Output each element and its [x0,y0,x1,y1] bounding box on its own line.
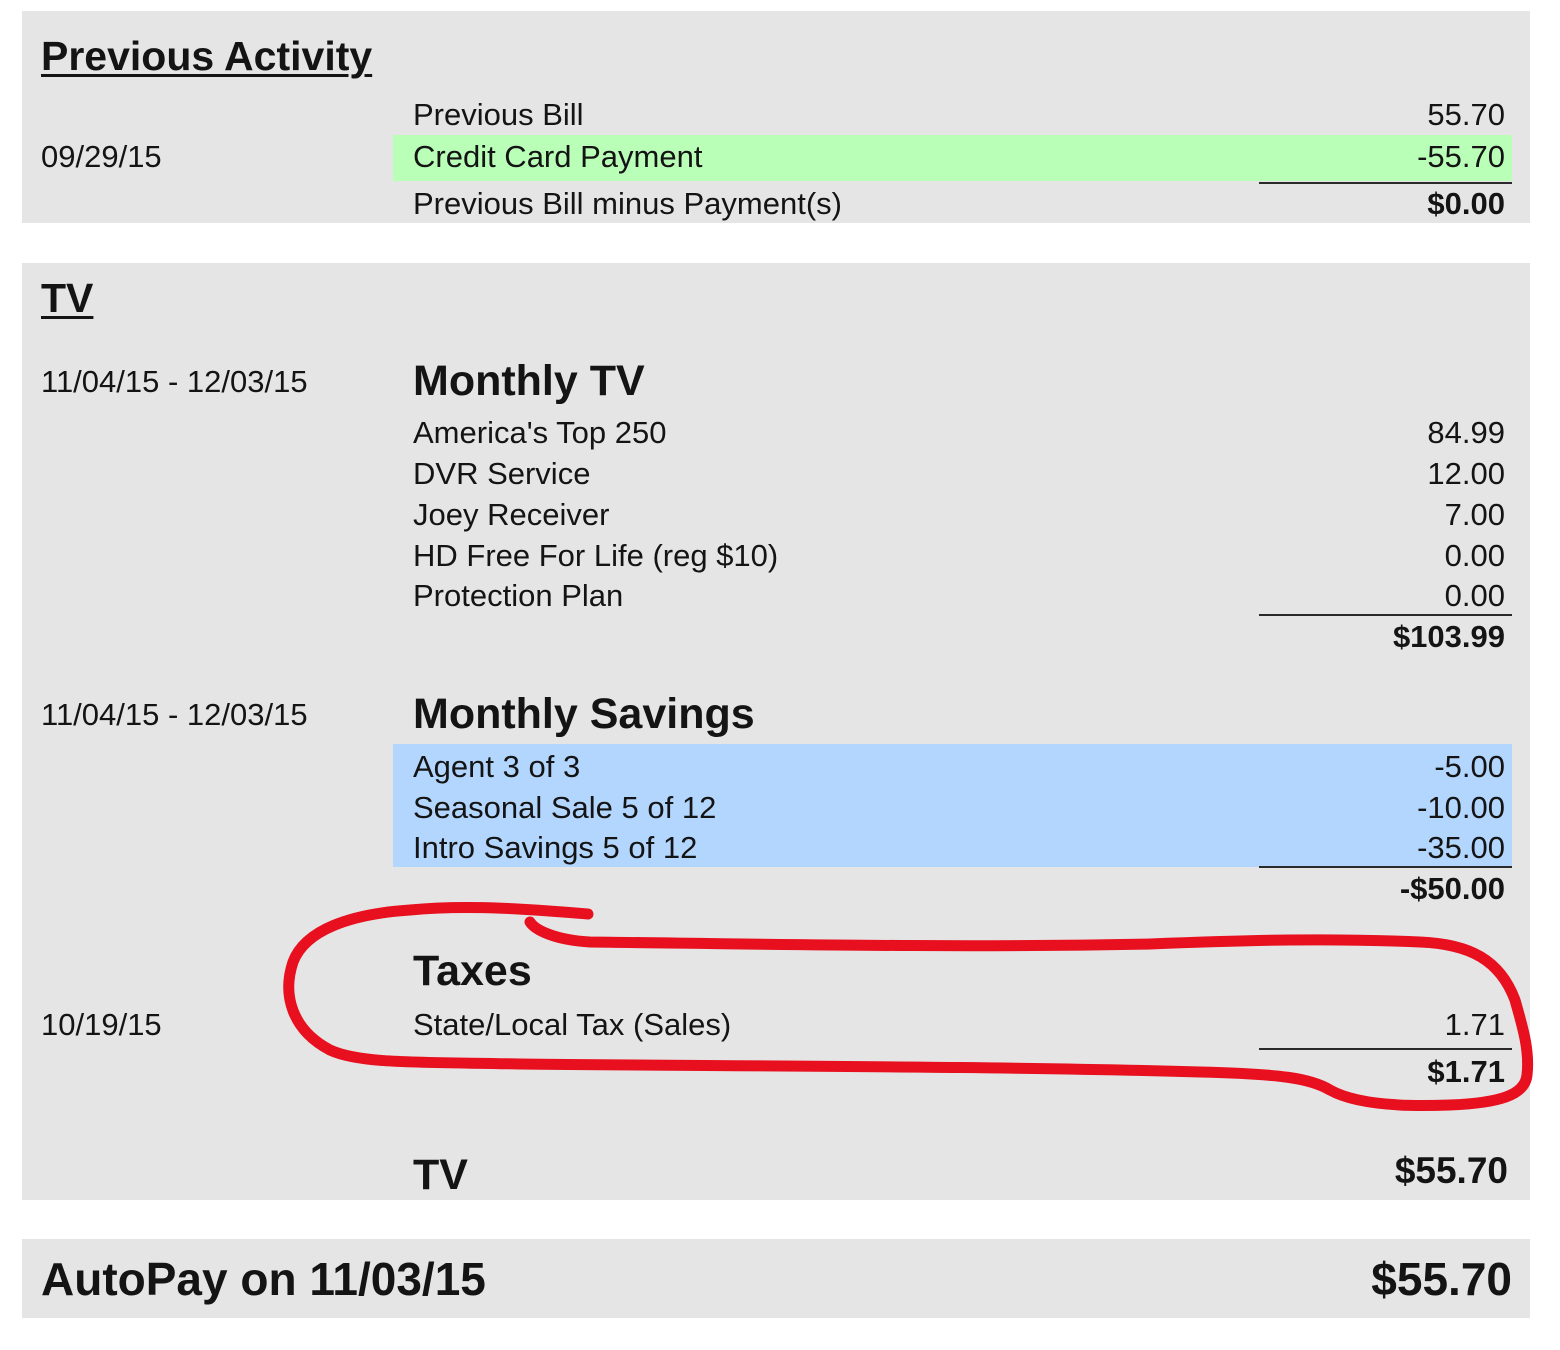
taxes-rule [1259,1048,1512,1050]
monthly-savings-date: 11/04/15 - 12/03/15 [41,697,308,732]
previous-bill-amount: 55.70 [1427,97,1505,132]
line-item-amount: 7.00 [1444,497,1505,532]
line-item-amount: 0.00 [1444,578,1505,613]
savings-item-amount: -35.00 [1417,830,1505,865]
previous-balance-amount: $0.00 [1427,186,1505,221]
autopay-panel: AutoPay on 11/03/15 $55.70 [22,1239,1530,1318]
credit-card-payment-amount: -55.70 [1417,139,1505,174]
tax-item-amount: 1.71 [1444,1007,1505,1042]
monthly-savings-rule [1259,866,1512,868]
monthly-savings-title: Monthly Savings [413,690,755,738]
taxes-subtotal: $1.71 [1427,1054,1505,1089]
line-item-label: Protection Plan [413,578,624,613]
previous-balance-label: Previous Bill minus Payment(s) [413,186,842,221]
autopay-amount: $55.70 [1371,1253,1512,1305]
tv-total-amount: $55.70 [1394,1150,1508,1191]
line-item-label: Joey Receiver [413,497,610,532]
taxes-title: Taxes [413,947,532,995]
previous-bill-label: Previous Bill [413,97,584,132]
monthly-tv-title: Monthly TV [413,357,645,405]
savings-item-amount: -10.00 [1417,790,1505,825]
line-item-label: HD Free For Life (reg $10) [413,538,779,573]
line-item-label: America's Top 250 [413,415,667,450]
tax-date: 10/19/15 [41,1007,162,1042]
tv-panel: TV 11/04/15 - 12/03/15 Monthly TV Americ… [22,263,1530,1200]
monthly-tv-subtotal: $103.99 [1392,619,1505,654]
line-item-amount: 84.99 [1427,415,1505,450]
previous-activity-panel: Previous Activity Previous Bill 55.70 09… [22,11,1530,223]
tv-total-label: TV [413,1151,468,1199]
tax-item-label: State/Local Tax (Sales) [413,1007,732,1042]
line-item-amount: 12.00 [1427,456,1505,491]
credit-card-payment-label: Credit Card Payment [413,139,703,174]
monthly-tv-date: 11/04/15 - 12/03/15 [41,364,308,399]
savings-item-label: Agent 3 of 3 [413,749,581,784]
autopay-label: AutoPay on 11/03/15 [41,1253,486,1305]
tv-heading: TV [41,275,94,321]
line-item-label: DVR Service [413,456,591,491]
line-item-amount: 0.00 [1444,538,1505,573]
monthly-savings-subtotal: -$50.00 [1399,871,1505,906]
previous-activity-rule [1259,182,1512,184]
savings-item-amount: -5.00 [1434,749,1505,784]
payment-date: 09/29/15 [41,139,162,174]
savings-item-label: Intro Savings 5 of 12 [413,830,698,865]
monthly-tv-rule [1259,614,1512,616]
savings-item-label: Seasonal Sale 5 of 12 [413,790,717,825]
previous-activity-heading: Previous Activity [41,33,373,79]
